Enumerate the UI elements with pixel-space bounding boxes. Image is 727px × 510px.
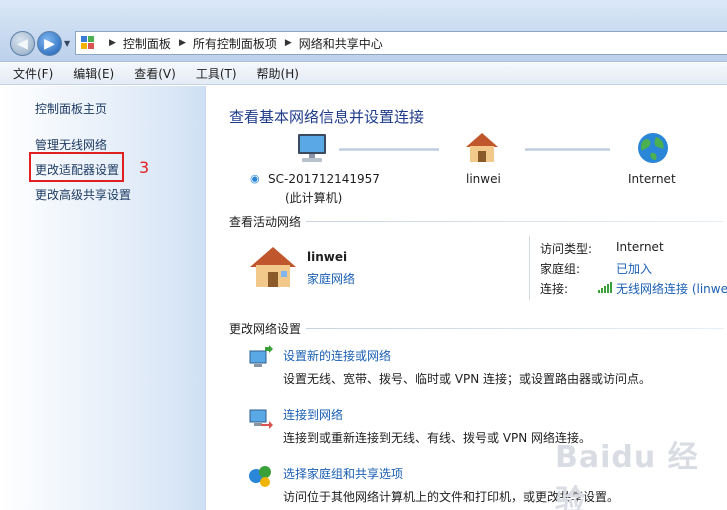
homegroup-label: 家庭组: [540,262,581,276]
internet-label: Internet [628,172,676,186]
breadcrumb-network-center[interactable]: 网络和共享中心 [299,35,383,52]
watermark: Baidu 经验 [555,440,699,510]
connection-link[interactable]: 无线网络连接 (linwei [616,280,727,297]
control-panel-icon [81,36,95,50]
network-globe-small-icon: ◉ [250,172,260,185]
task-new-connection-desc: 设置无线、宽带、拨号、临时或 VPN 连接；或设置路由器或访问点。 [283,372,652,386]
highlight-box [29,152,124,182]
computer-subtitle: (此计算机) [285,191,343,205]
sidebar-item-sharing[interactable]: 更改高级共享设置 [35,186,131,203]
step-number: 3 [139,158,150,177]
connection-label: 连接: [540,282,569,296]
chevron-right-icon[interactable]: ▶ [285,38,292,48]
home-network-icon[interactable] [464,131,500,165]
network-name-label: linwei [466,172,501,186]
menu-tools[interactable]: 工具(T) [193,63,240,84]
task-homegroup-link[interactable]: 选择家庭组和共享选项 [283,465,403,482]
home-network-icon [250,247,296,287]
breadcrumb-control-panel[interactable]: 控制面板 [123,35,171,52]
active-networks-heading: 查看活动网络 [229,215,302,229]
address-bar: ◀ ▶ ▼ ▶ 控制面板 ▶ 所有控制面板项 ▶ 网络和共享中心 [0,0,727,62]
recent-pages-dropdown[interactable]: ▼ [64,39,70,48]
access-type-label: 访问类型: [540,242,593,256]
connect-network-icon [249,409,273,429]
menu-file[interactable]: 文件(F) [10,63,56,84]
breadcrumb-all-items[interactable]: 所有控制面板项 [193,35,277,52]
breadcrumb[interactable]: ▶ 控制面板 ▶ 所有控制面板项 ▶ 网络和共享中心 [75,31,727,55]
change-settings-heading: 更改网络设置 [229,322,302,336]
sidebar-item-wireless[interactable]: 管理无线网络 [35,136,107,153]
chevron-right-icon[interactable]: ▶ [179,38,186,48]
menu-help[interactable]: 帮助(H) [254,63,302,84]
chevron-right-icon[interactable]: ▶ [109,38,116,48]
computer-icon[interactable] [294,133,330,165]
new-connection-icon [249,345,273,367]
access-type-value: Internet [616,240,664,254]
task-connect-desc: 连接到或重新连接到无线、有线、拨号或 VPN 网络连接。 [283,431,592,445]
menu-view[interactable]: 查看(V) [131,63,179,84]
task-new-connection-link[interactable]: 设置新的连接或网络 [283,347,391,364]
divider [306,221,724,222]
arrow-left-icon: ◀ [17,35,28,52]
back-button[interactable]: ◀ [10,31,35,56]
menu-edit[interactable]: 编辑(E) [70,63,117,84]
forward-button[interactable]: ▶ [37,31,62,56]
arrow-right-icon: ▶ [44,35,55,52]
wifi-signal-icon [598,282,612,293]
menu-bar: 文件(F) 编辑(E) 查看(V) 工具(T) 帮助(H) [0,63,727,85]
divider [306,328,724,329]
task-connect-link[interactable]: 连接到网络 [283,406,343,423]
globe-icon[interactable] [636,131,670,165]
computer-name: SC-201712141957 [268,172,380,186]
divider [529,236,530,300]
connection-line [525,148,610,151]
connection-line [339,148,439,151]
sidebar-item-home[interactable]: 控制面板主页 [35,100,107,117]
page-title: 查看基本网络信息并设置连接 [229,108,425,126]
network-type-link[interactable]: 家庭网络 [307,270,355,287]
active-network-name: linwei [307,250,348,264]
homegroup-icon [249,466,271,487]
homegroup-link[interactable]: 已加入 [616,260,652,277]
